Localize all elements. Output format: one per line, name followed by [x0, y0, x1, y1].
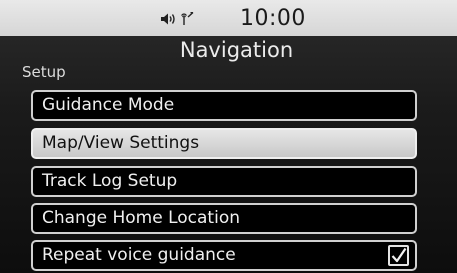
menu-item-repeat-voice-guidance[interactable]: Repeat voice guidance — [31, 240, 417, 271]
menu-item-map-view-settings[interactable]: Map/View Settings — [31, 128, 417, 159]
status-icons — [160, 11, 195, 30]
speaker-icon — [160, 11, 178, 30]
page-title: Navigation — [179, 38, 294, 62]
clock: 10:00 — [240, 6, 306, 31]
section-label: Setup — [22, 63, 66, 81]
wireless-signal-icon — [179, 11, 195, 30]
menu-item-label: Repeat voice guidance — [42, 245, 236, 265]
menu-item-change-home-location[interactable]: Change Home Location — [31, 203, 417, 234]
checkmark-icon — [391, 247, 407, 263]
menu-item-track-log-setup[interactable]: Track Log Setup — [31, 166, 417, 197]
menu-item-label: Track Log Setup — [42, 171, 178, 191]
menu-item-label: Map/View Settings — [42, 133, 200, 153]
status-bar: 10:00 — [0, 0, 457, 36]
navigation-screen: 10:00 Navigation Setup Guidance Mode Map… — [0, 0, 457, 273]
menu-item-label: Guidance Mode — [42, 95, 175, 115]
repeat-voice-guidance-checkbox[interactable] — [388, 245, 409, 266]
menu-item-label: Change Home Location — [42, 208, 240, 228]
menu-item-guidance-mode[interactable]: Guidance Mode — [31, 90, 417, 121]
